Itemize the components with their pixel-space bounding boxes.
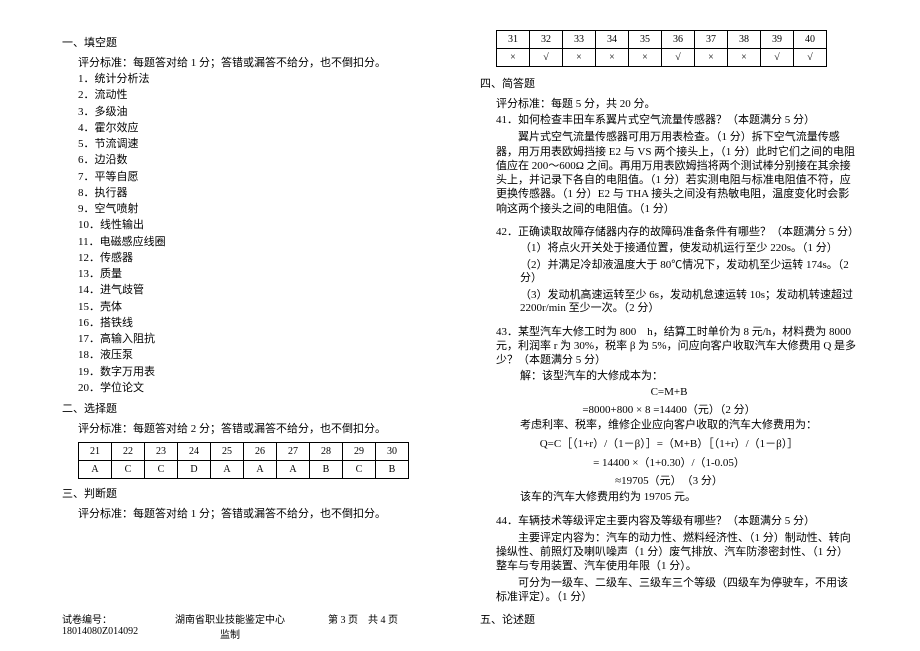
ch-a-25: A — [211, 460, 244, 478]
jd-a-40: √ — [794, 49, 827, 67]
q43-l2: 考虑利率、税率，维修企业应向客户收取的汽车大修费用为： — [520, 419, 858, 433]
ch-h-26: 26 — [244, 442, 277, 460]
ch-h-21: 21 — [79, 442, 112, 460]
jd-a-38: × — [728, 49, 761, 67]
ch-h-28: 28 — [310, 442, 343, 460]
q44-body1: 主要评定内容为：汽车的动力性、燃料经济性、（1 分）制动性、转向操纵性、前照灯及… — [496, 531, 858, 574]
section5-title: 五、论述题 — [480, 611, 858, 627]
fill-14: 14．进气歧管 — [78, 284, 440, 298]
q43-title: 43．某型汽车大修工时为 800 h，结算工时单价为 8 元/h，材料费为 80… — [496, 326, 858, 367]
fill-16: 16．搭铁线 — [78, 317, 440, 331]
q42-3: （3）发动机高速运转至少 6s，发动机怠速运转 10s；发动机转速超过 2200… — [520, 289, 858, 317]
section1-title: 一、填空题 — [62, 34, 440, 50]
ch-a-28: B — [310, 460, 343, 478]
fill-5: 5．节流调速 — [78, 138, 440, 152]
ch-h-29: 29 — [343, 442, 376, 460]
fill-6: 6．边沿数 — [78, 154, 440, 168]
fill-2: 2．流动性 — [78, 89, 440, 103]
jd-h-34: 34 — [596, 31, 629, 49]
criteria1: 评分标准：每题答对给 1 分；答错或漏答不给分，也不倒扣分。 — [78, 54, 440, 70]
ch-a-29: C — [343, 460, 376, 478]
fill-13: 13．质量 — [78, 268, 440, 282]
q42-title: 42．正确读取故障存储器内存的故障码准备条件有哪些？（本题满分 5 分） — [496, 226, 858, 240]
q43-m4: = 14400 ×（1+0.30）/（1-0.05） — [480, 454, 858, 470]
fill-10: 10．线性输出 — [78, 219, 440, 233]
fill-18: 18．液压泵 — [78, 349, 440, 363]
jd-h-37: 37 — [695, 31, 728, 49]
footer-pageno: 第 3 页 共 4 页 — [286, 611, 398, 641]
jd-a-35: × — [629, 49, 662, 67]
q43-l3: 该车的汽车大修费用约为 19705 元。 — [520, 491, 858, 505]
jd-a-37: × — [695, 49, 728, 67]
ch-a-26: A — [244, 460, 277, 478]
ch-h-23: 23 — [145, 442, 178, 460]
jd-h-31: 31 — [497, 31, 530, 49]
fill-12: 12．传感器 — [78, 252, 440, 266]
fill-20: 20．学位论文 — [78, 382, 440, 396]
fill-15: 15．壳体 — [78, 301, 440, 315]
fill-7: 7．平等自愿 — [78, 171, 440, 185]
q43-l1: 解：该型汽车的大修成本为： — [520, 370, 858, 384]
footer-left-page: 试卷编号：18014080Z014092 湖南省职业技能鉴定中心监制 第 3 页… — [0, 611, 460, 641]
ch-h-30: 30 — [376, 442, 409, 460]
ch-h-25: 25 — [211, 442, 244, 460]
jd-a-39: √ — [761, 49, 794, 67]
q43-m5: ≈19705（元） （3 分） — [480, 472, 858, 488]
jd-a-36: √ — [662, 49, 695, 67]
fill-3: 3．多级油 — [78, 106, 440, 120]
q41-body: 翼片式空气流量传感器可用万用表检查。（1 分）拆下空气流量传感器，用万用表欧姆挡… — [496, 130, 858, 216]
footer-paper-no: 试卷编号：18014080Z014092 — [62, 611, 174, 641]
q42-1: （1）将点火开关处于接通位置，使发动机运行至少 220s。（1 分） — [520, 242, 858, 256]
fill-17: 17．高输入阻抗 — [78, 333, 440, 347]
criteria4: 评分标准：每题 5 分，共 20 分。 — [496, 95, 858, 111]
criteria3: 评分标准：每题答对给 1 分；答错或漏答不给分，也不倒扣分。 — [78, 505, 440, 521]
section3-title: 三、判断题 — [62, 485, 440, 501]
jd-a-33: × — [563, 49, 596, 67]
ch-h-22: 22 — [112, 442, 145, 460]
jd-a-34: × — [596, 49, 629, 67]
q43-m1: C=M+B — [480, 386, 858, 398]
jd-a-31: × — [497, 49, 530, 67]
ch-a-24: D — [178, 460, 211, 478]
jd-h-35: 35 — [629, 31, 662, 49]
ch-h-24: 24 — [178, 442, 211, 460]
footer-center: 湖南省职业技能鉴定中心监制 — [174, 611, 286, 641]
jd-h-32: 32 — [530, 31, 563, 49]
section2-title: 二、选择题 — [62, 400, 440, 416]
jd-h-33: 33 — [563, 31, 596, 49]
jd-a-32: √ — [530, 49, 563, 67]
q44-body2: 可分为一级车、二级车、三级车三个等级（四级车为停驶车，不用该标准评定）。（1 分… — [496, 576, 858, 605]
fill-8: 8．执行器 — [78, 187, 440, 201]
ch-a-30: B — [376, 460, 409, 478]
judge-table: 31 32 33 34 35 36 37 38 39 40 × √ × × × … — [496, 30, 827, 67]
criteria2: 评分标准：每题答对给 2 分；答错或漏答不给分，也不倒扣分。 — [78, 420, 440, 436]
ch-a-23: C — [145, 460, 178, 478]
q42-2: （2）并满足冷却液温度大于 80℃情况下，发动机至少运转 174s。（2 分） — [520, 259, 858, 287]
jd-h-39: 39 — [761, 31, 794, 49]
fill-11: 11．电磁感应线圈 — [78, 236, 440, 250]
fill-19: 19．数字万用表 — [78, 366, 440, 380]
ch-h-27: 27 — [277, 442, 310, 460]
jd-h-40: 40 — [794, 31, 827, 49]
ch-a-21: A — [79, 460, 112, 478]
fill-4: 4．霍尔效应 — [78, 122, 440, 136]
fill-9: 9．空气喷射 — [78, 203, 440, 217]
left-column: 一、填空题 评分标准：每题答对给 1 分；答错或漏答不给分，也不倒扣分。 1．统… — [0, 0, 460, 651]
jd-h-38: 38 — [728, 31, 761, 49]
fill-1: 1．统计分析法 — [78, 73, 440, 87]
right-column: 31 32 33 34 35 36 37 38 39 40 × √ × × × … — [460, 0, 920, 651]
jd-h-36: 36 — [662, 31, 695, 49]
ch-a-22: C — [112, 460, 145, 478]
q41-title: 41．如何检查丰田车系翼片式空气流量传感器？（本题满分 5 分） — [496, 114, 858, 128]
section4-title: 四、简答题 — [480, 75, 858, 91]
ch-a-27: A — [277, 460, 310, 478]
q43-m2: =8000+800 × 8 =14400（元）（2 分） — [480, 401, 858, 417]
choice-table: 21 22 23 24 25 26 27 28 29 30 A C C D A … — [78, 442, 409, 479]
q44-title: 44．车辆技术等级评定主要内容及等级有哪些？（本题满分 5 分） — [496, 515, 858, 529]
q43-m3: Q=C［（1+r）/（1－β）］=（M+B）［（1+r）/（1－β）］ — [480, 435, 858, 451]
